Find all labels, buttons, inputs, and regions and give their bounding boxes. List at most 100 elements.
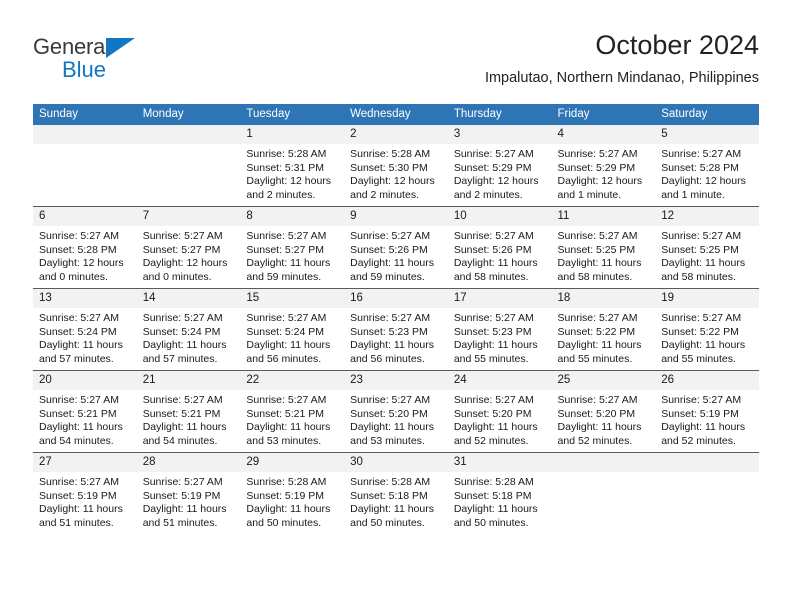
sunrise-text: Sunrise: 5:28 AM [350, 148, 431, 160]
calendar-day-cell[interactable]: 26 Sunrise: 5:27 AM Sunset: 5:19 PM Dayligh… [655, 370, 759, 453]
day-number: 11 [551, 207, 656, 226]
day-sun-info: Sunrise: 5:27 AM Sunset: 5:21 PM Daylight:… [137, 390, 241, 448]
sunset-text: Sunset: 5:19 PM [661, 407, 739, 420]
sunrise-text: Sunrise: 5:28 AM [453, 476, 534, 488]
sunset-text: Sunset: 5:29 PM [453, 161, 532, 174]
sunrise-text: Sunrise: 5:27 AM [350, 394, 431, 406]
day-sun-info: Sunrise: 5:27 AM Sunset: 5:20 PM Daylight:… [448, 390, 552, 448]
daylight-text-line1: Daylight: 11 hours [661, 257, 746, 270]
day-sun-info: Sunrise: 5:27 AM Sunset: 5:21 PM Daylight:… [240, 390, 344, 448]
calendar-day-cell[interactable]: 6 Sunrise: 5:27 AM Sunset: 5:28 PM Daylight… [33, 206, 137, 289]
calendar-day-cell[interactable]: 16 Sunrise: 5:27 AM Sunset: 5:23 PM Dayligh… [344, 288, 448, 371]
day-sun-info: Sunrise: 5:27 AM Sunset: 5:25 PM Daylight:… [655, 226, 759, 284]
sunset-text: Sunset: 5:21 PM [39, 407, 117, 420]
daylight-text-line1: Daylight: 12 hours [453, 175, 539, 188]
day-number: 5 [655, 125, 759, 144]
sunset-text: Sunset: 5:22 PM [661, 325, 739, 338]
calendar-day-cell[interactable]: 5 Sunrise: 5:27 AM Sunset: 5:28 PM Daylight… [655, 125, 759, 207]
daylight-text-line2: and 2 minutes. [350, 188, 419, 201]
sunrise-text: Sunrise: 5:27 AM [142, 230, 223, 242]
calendar-day-cell[interactable]: 17 Sunrise: 5:27 AM Sunset: 5:23 PM Dayligh… [447, 288, 552, 371]
day-number: 14 [136, 289, 241, 308]
calendar-week-row: 1 Sunrise: 5:28 AM Sunset: 5:31 PM Daylight… [33, 125, 759, 207]
day-sun-info: Sunrise: 5:28 AM Sunset: 5:18 PM Daylight:… [448, 472, 552, 530]
daylight-text-line2: and 52 minutes. [661, 434, 736, 447]
daylight-text-line2: and 54 minutes. [142, 434, 218, 447]
calendar-week-row: 20 Sunrise: 5:27 AM Sunset: 5:21 PM Dayligh… [33, 370, 759, 453]
day-number: 25 [551, 371, 656, 390]
calendar-day-cell[interactable]: 21 Sunrise: 5:27 AM Sunset: 5:21 PM Dayligh… [136, 370, 241, 453]
calendar-day-cell[interactable]: 20 Sunrise: 5:27 AM Sunset: 5:21 PM Dayligh… [33, 370, 137, 453]
daylight-text-line2: and 53 minutes. [350, 434, 425, 447]
day-number: 3 [447, 125, 552, 144]
daylight-text-line1: Daylight: 12 hours [350, 175, 435, 188]
daylight-text-line2: and 52 minutes. [453, 434, 529, 447]
daylight-text-line2: and 2 minutes. [246, 188, 316, 201]
calendar-day-cell[interactable]: 4 Sunrise: 5:27 AM Sunset: 5:29 PM Daylight… [551, 125, 656, 207]
calendar-day-cell-empty [33, 125, 137, 207]
brand-logo[interactable]: General Blue [33, 36, 263, 96]
sunrise-text: Sunrise: 5:27 AM [350, 230, 431, 242]
sunset-text: Sunset: 5:26 PM [453, 243, 532, 256]
calendar-day-cell[interactable]: 7 Sunrise: 5:27 AM Sunset: 5:27 PM Daylight… [136, 206, 241, 289]
sunset-text: Sunset: 5:22 PM [557, 325, 636, 338]
day-number [136, 125, 241, 144]
calendar-day-cell[interactable]: 18 Sunrise: 5:27 AM Sunset: 5:22 PM Dayligh… [551, 288, 656, 371]
sunrise-text: Sunrise: 5:27 AM [350, 312, 431, 324]
day-number: 22 [240, 371, 345, 390]
calendar-day-cell[interactable]: 9 Sunrise: 5:27 AM Sunset: 5:26 PM Daylight… [344, 206, 448, 289]
calendar-day-cell[interactable]: 2 Sunrise: 5:28 AM Sunset: 5:30 PM Daylight… [344, 125, 448, 207]
sunrise-text: Sunrise: 5:27 AM [557, 148, 638, 160]
calendar-day-cell[interactable]: 12 Sunrise: 5:27 AM Sunset: 5:25 PM Dayligh… [655, 206, 759, 289]
daylight-text-line2: and 1 minute. [661, 188, 725, 201]
sunset-text: Sunset: 5:19 PM [39, 489, 117, 502]
brand-name-bottom: Blue [62, 57, 107, 82]
calendar-day-cell[interactable]: 31 Sunrise: 5:28 AM Sunset: 5:18 PM Dayligh… [447, 452, 552, 534]
calendar-day-cell[interactable]: 10 Sunrise: 5:27 AM Sunset: 5:26 PM Dayligh… [447, 206, 552, 289]
calendar-day-cell[interactable]: 28 Sunrise: 5:27 AM Sunset: 5:19 PM Dayligh… [136, 452, 241, 534]
calendar-day-cell[interactable]: 13 Sunrise: 5:27 AM Sunset: 5:24 PM Dayligh… [33, 288, 137, 371]
calendar-day-cell[interactable]: 27 Sunrise: 5:27 AM Sunset: 5:19 PM Dayligh… [33, 452, 137, 534]
weekday-header-row: Sunday Monday Tuesday Wednesday Thursday… [33, 104, 759, 125]
day-number [551, 453, 656, 472]
calendar-day-cell[interactable]: 14 Sunrise: 5:27 AM Sunset: 5:24 PM Dayligh… [136, 288, 241, 371]
sunset-text: Sunset: 5:21 PM [142, 407, 221, 420]
day-sun-info: Sunrise: 5:27 AM Sunset: 5:29 PM Daylight:… [448, 144, 552, 202]
day-number: 2 [344, 125, 448, 144]
daylight-text-line1: Daylight: 11 hours [557, 421, 642, 434]
daylight-text-line2: and 0 minutes. [39, 270, 108, 283]
calendar-day-cell[interactable]: 1 Sunrise: 5:28 AM Sunset: 5:31 PM Daylight… [240, 125, 345, 207]
day-sun-info: Sunrise: 5:27 AM Sunset: 5:25 PM Daylight:… [552, 226, 656, 284]
calendar-day-cell[interactable]: 15 Sunrise: 5:27 AM Sunset: 5:24 PM Dayligh… [240, 288, 345, 371]
day-sun-info: Sunrise: 5:27 AM Sunset: 5:26 PM Daylight:… [448, 226, 552, 284]
daylight-text-line1: Daylight: 11 hours [661, 421, 746, 434]
calendar-day-cell[interactable]: 22 Sunrise: 5:27 AM Sunset: 5:21 PM Dayligh… [240, 370, 345, 453]
calendar-day-cell[interactable]: 3 Sunrise: 5:27 AM Sunset: 5:29 PM Daylight… [447, 125, 552, 207]
calendar-body: 1 Sunrise: 5:28 AM Sunset: 5:31 PM Daylight… [33, 125, 759, 534]
calendar-week-row: 6 Sunrise: 5:27 AM Sunset: 5:28 PM Daylight… [33, 206, 759, 289]
calendar-day-cell[interactable]: 25 Sunrise: 5:27 AM Sunset: 5:20 PM Dayligh… [551, 370, 656, 453]
day-number: 12 [655, 207, 759, 226]
calendar-day-cell[interactable]: 24 Sunrise: 5:27 AM Sunset: 5:20 PM Dayligh… [447, 370, 552, 453]
daylight-text-line1: Daylight: 11 hours [453, 421, 538, 434]
calendar-day-cell[interactable]: 30 Sunrise: 5:28 AM Sunset: 5:18 PM Dayligh… [344, 452, 448, 534]
day-sun-info: Sunrise: 5:27 AM Sunset: 5:24 PM Daylight:… [137, 308, 241, 366]
sunset-text: Sunset: 5:24 PM [39, 325, 117, 338]
sunset-text: Sunset: 5:31 PM [246, 161, 325, 174]
sunrise-sunset-calendar: Sunday Monday Tuesday Wednesday Thursday… [33, 104, 759, 534]
sunset-text: Sunset: 5:18 PM [453, 489, 532, 502]
sunrise-text: Sunrise: 5:27 AM [39, 476, 119, 488]
day-sun-info: Sunrise: 5:27 AM Sunset: 5:23 PM Daylight:… [448, 308, 552, 366]
sunrise-text: Sunrise: 5:27 AM [557, 312, 638, 324]
calendar-day-cell[interactable]: 19 Sunrise: 5:27 AM Sunset: 5:22 PM Dayligh… [655, 288, 759, 371]
sunset-text: Sunset: 5:25 PM [557, 243, 636, 256]
day-number: 13 [33, 289, 137, 308]
calendar-day-cell[interactable]: 29 Sunrise: 5:28 AM Sunset: 5:19 PM Dayligh… [240, 452, 345, 534]
calendar-day-cell[interactable]: 23 Sunrise: 5:27 AM Sunset: 5:20 PM Dayligh… [344, 370, 448, 453]
calendar-week-row: 13 Sunrise: 5:27 AM Sunset: 5:24 PM Dayligh… [33, 288, 759, 371]
day-sun-info: Sunrise: 5:27 AM Sunset: 5:24 PM Daylight:… [240, 308, 344, 366]
calendar-day-cell[interactable]: 11 Sunrise: 5:27 AM Sunset: 5:25 PM Dayligh… [551, 206, 656, 289]
calendar-day-cell[interactable]: 8 Sunrise: 5:27 AM Sunset: 5:27 PM Daylight… [240, 206, 345, 289]
sunset-text: Sunset: 5:29 PM [557, 161, 636, 174]
daylight-text-line1: Daylight: 11 hours [453, 257, 538, 270]
